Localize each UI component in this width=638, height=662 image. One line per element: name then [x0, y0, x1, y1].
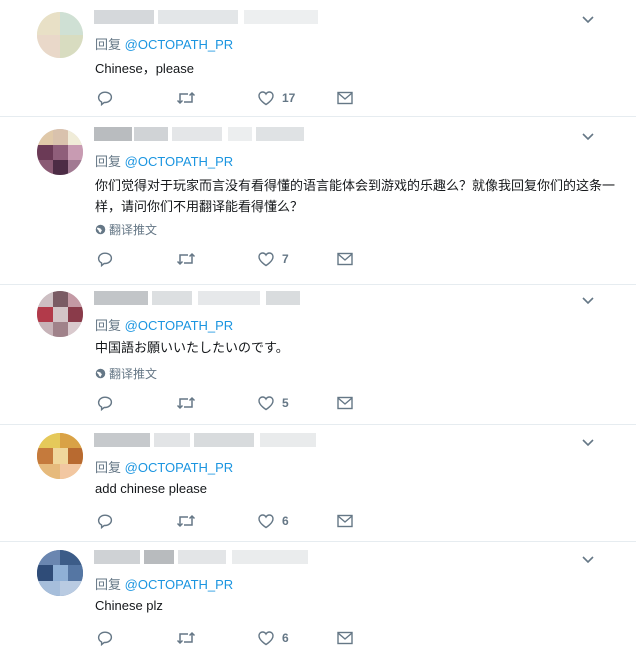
envelope-icon — [337, 514, 353, 528]
avatar[interactable] — [37, 129, 83, 175]
reply-context: 回复 @OCTOPATH_PR — [95, 151, 233, 170]
reply-prefix: 回复 — [95, 460, 122, 475]
reply-handle-link[interactable]: @OCTOPATH_PR — [125, 318, 234, 333]
heart-icon — [258, 514, 274, 529]
tweet[interactable]: 回复 @OCTOPATH_PR Chinese plz 6 — [0, 542, 636, 662]
like-button[interactable]: 5 — [257, 393, 289, 413]
reply-icon — [97, 91, 113, 107]
reply-button[interactable] — [96, 88, 114, 108]
retweet-icon — [176, 91, 196, 105]
tweet[interactable]: 回复 @OCTOPATH_PR 中国語お願いいたしたいのです。 翻译推文 5 — [0, 285, 636, 425]
action-bar: 7 — [96, 249, 366, 269]
reply-prefix: 回复 — [95, 37, 122, 52]
reply-prefix: 回复 — [95, 577, 122, 592]
retweet-button[interactable] — [176, 88, 196, 108]
reply-button[interactable] — [96, 249, 114, 269]
envelope-icon — [337, 631, 353, 645]
reply-context: 回复 @OCTOPATH_PR — [95, 457, 233, 476]
reply-icon — [97, 252, 113, 268]
action-bar: 6 — [96, 511, 366, 531]
tweet[interactable]: 回复 @OCTOPATH_PR Chinese，please 17 — [0, 0, 636, 117]
reply-context: 回复 @OCTOPATH_PR — [95, 34, 233, 53]
avatar[interactable] — [37, 550, 83, 596]
translate-tweet-link[interactable]: 翻译推文 — [95, 365, 157, 382]
reply-prefix: 回复 — [95, 154, 122, 169]
tweet[interactable]: 回复 @OCTOPATH_PR 你们觉得对于玩家而言没有看得懂的语言能体会到游戏… — [0, 117, 636, 285]
like-button[interactable]: 7 — [257, 249, 289, 269]
retweet-button[interactable] — [176, 511, 196, 531]
envelope-icon — [337, 91, 353, 105]
tweet[interactable]: 回复 @OCTOPATH_PR add chinese please 6 — [0, 425, 636, 542]
chevron-down-icon[interactable] — [580, 293, 596, 309]
retweet-icon — [176, 396, 196, 410]
reply-icon — [97, 396, 113, 412]
tweet-text: Chinese，please — [95, 61, 195, 76]
retweet-button[interactable] — [176, 249, 196, 269]
direct-message-button[interactable] — [336, 249, 354, 269]
translate-label: 翻译推文 — [109, 367, 158, 381]
reply-context: 回复 @OCTOPATH_PR — [95, 574, 233, 593]
retweet-button[interactable] — [176, 393, 196, 413]
tweet-text: 你们觉得对于玩家而言没有看得懂的语言能体会到游戏的乐趣么？就像我回复你们的这条一… — [95, 178, 616, 214]
avatar[interactable] — [37, 433, 83, 479]
heart-icon — [258, 396, 274, 411]
tweet-text: Chinese plz — [95, 598, 163, 613]
reply-prefix: 回复 — [95, 318, 122, 333]
tweet-text: 中国語お願いいたしたいのです。 — [95, 340, 289, 355]
chevron-down-icon[interactable] — [580, 12, 596, 28]
translate-label: 翻译推文 — [109, 223, 158, 237]
action-bar: 5 — [96, 393, 366, 413]
reply-button[interactable] — [96, 511, 114, 531]
envelope-icon — [337, 252, 353, 266]
like-button[interactable]: 17 — [257, 88, 295, 108]
chevron-down-icon[interactable] — [580, 435, 596, 451]
reply-icon — [97, 514, 113, 530]
like-count: 5 — [282, 396, 289, 410]
tweet-text: add chinese please — [95, 481, 208, 496]
translate-tweet-link[interactable]: 翻译推文 — [95, 221, 157, 238]
heart-icon — [258, 631, 274, 646]
retweet-icon — [176, 252, 196, 266]
avatar[interactable] — [37, 291, 83, 337]
reply-feed: 回复 @OCTOPATH_PR Chinese，please 17 回复 @OC… — [0, 0, 638, 662]
like-button[interactable]: 6 — [257, 511, 289, 531]
like-count: 6 — [282, 514, 289, 528]
chevron-down-icon[interactable] — [580, 129, 596, 145]
reply-handle-link[interactable]: @OCTOPATH_PR — [125, 577, 234, 592]
reply-handle-link[interactable]: @OCTOPATH_PR — [125, 460, 234, 475]
reply-icon — [97, 631, 113, 647]
envelope-icon — [337, 396, 353, 410]
reply-handle-link[interactable]: @OCTOPATH_PR — [125, 154, 234, 169]
like-count: 7 — [282, 252, 289, 266]
like-count: 6 — [282, 631, 289, 645]
action-bar: 17 — [96, 88, 366, 108]
reply-button[interactable] — [96, 628, 114, 648]
chevron-down-icon[interactable] — [580, 552, 596, 568]
retweet-button[interactable] — [176, 628, 196, 648]
direct-message-button[interactable] — [336, 628, 354, 648]
globe-icon — [95, 368, 106, 379]
avatar[interactable] — [37, 12, 83, 58]
action-bar: 6 — [96, 628, 366, 648]
reply-context: 回复 @OCTOPATH_PR — [95, 315, 233, 334]
like-button[interactable]: 6 — [257, 628, 289, 648]
direct-message-button[interactable] — [336, 393, 354, 413]
globe-icon — [95, 224, 106, 235]
retweet-icon — [176, 514, 196, 528]
direct-message-button[interactable] — [336, 88, 354, 108]
like-count: 17 — [282, 91, 296, 105]
direct-message-button[interactable] — [336, 511, 354, 531]
retweet-icon — [176, 631, 196, 645]
heart-icon — [258, 252, 274, 267]
reply-handle-link[interactable]: @OCTOPATH_PR — [125, 37, 234, 52]
reply-button[interactable] — [96, 393, 114, 413]
heart-icon — [258, 91, 274, 106]
